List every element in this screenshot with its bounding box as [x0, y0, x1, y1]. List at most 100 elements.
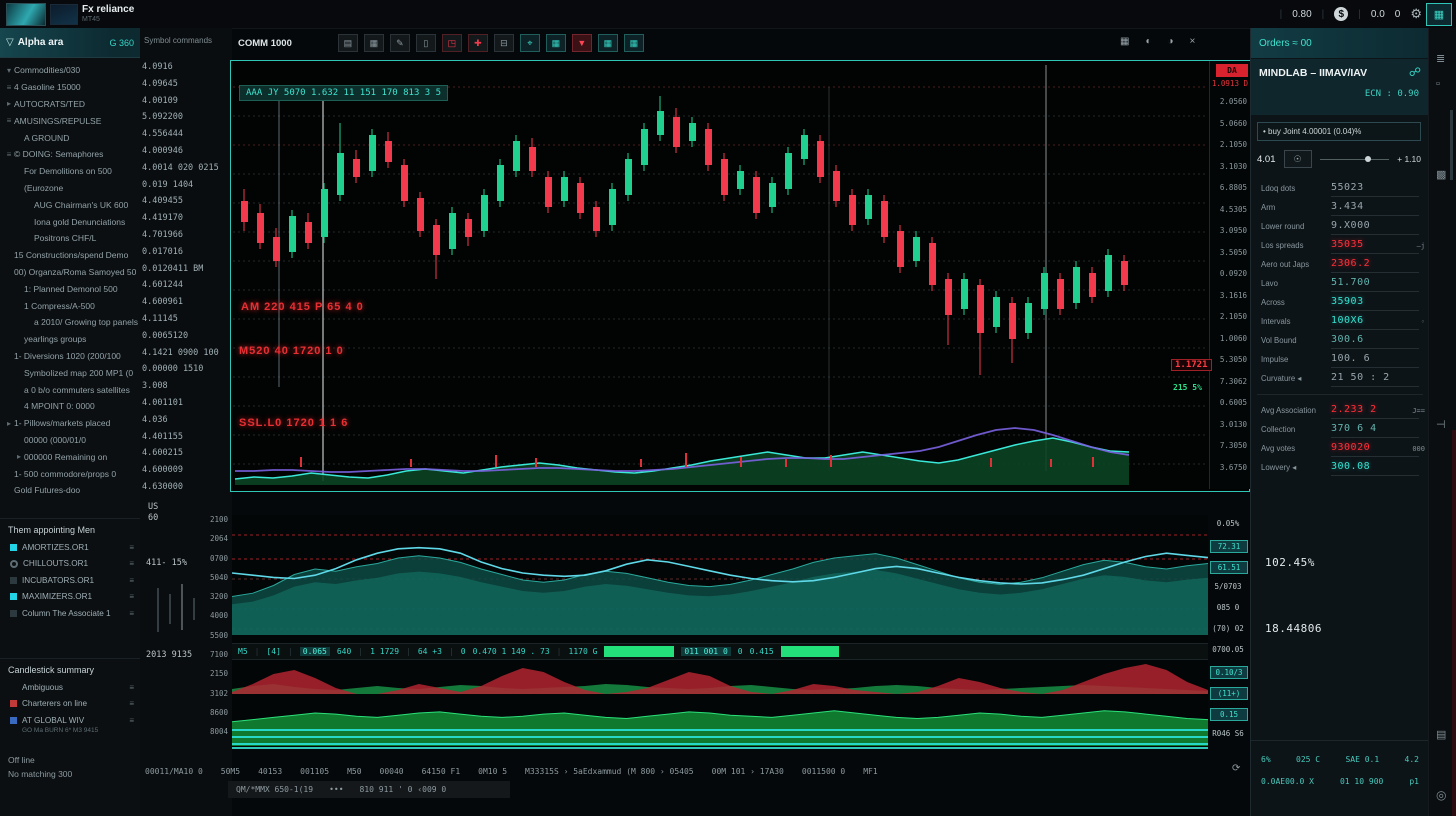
dial-icon[interactable]: ☉ [1284, 150, 1312, 168]
symbol-tree-item[interactable]: 00000 (000/01/0 [0, 432, 140, 449]
refresh-icon[interactable]: ⟳ [1232, 763, 1240, 774]
price-value[interactable]: 4.601244 [142, 280, 230, 297]
price-value[interactable]: 0.0065120 [142, 331, 230, 348]
row-menu-icon[interactable]: ≡ [129, 543, 134, 552]
market-watch-header[interactable]: ▽ Alpha ara G 360 [0, 28, 140, 58]
symbol-tree-item[interactable]: ▸AUTOCRATS/TED [0, 96, 140, 113]
symbol-tree-item[interactable]: a 0 b/o commuters satellites [0, 381, 140, 398]
symbol-tree-item[interactable]: 1: Planned Demonol 500 [0, 280, 140, 297]
indicator-badge[interactable]: (11+) [1210, 687, 1248, 700]
price-list[interactable]: 4.09164.096454.001095.0922004.5564444.00… [142, 62, 230, 499]
status-item[interactable]: 50M5 [221, 767, 240, 776]
candlestick-plot[interactable] [231, 61, 1207, 489]
indicator-badge[interactable]: 0.15 [1210, 708, 1248, 721]
row-menu-icon[interactable]: ≡ [129, 716, 134, 725]
price-value[interactable]: 4.09645 [142, 79, 230, 96]
clock-icon[interactable]: ◎ [1436, 788, 1446, 802]
signals-header[interactable]: Them appointing Men [0, 518, 140, 539]
row-menu-icon[interactable]: ≡ [129, 699, 134, 708]
price-value[interactable]: 0.00000 1510 [142, 364, 230, 381]
logo-icon[interactable] [50, 4, 78, 25]
symbol-tree-item[interactable]: 15 Constructions/spend Demo [0, 247, 140, 264]
price-value[interactable]: 4.001101 [142, 398, 230, 415]
indicator-badge[interactable]: 72.31 [1210, 540, 1248, 553]
list-icon[interactable]: ≣ [1436, 52, 1445, 65]
symbol-tree-item[interactable]: Symbolized map 200 MP1 (0 [0, 364, 140, 381]
volume-slider[interactable] [1320, 159, 1390, 160]
oscillator-chart[interactable] [232, 515, 1208, 643]
price-value[interactable]: 0.019 1404 [142, 180, 230, 197]
indicator-badge[interactable]: 0.10/3 [1210, 666, 1248, 679]
status-item[interactable]: QM/*MMX 650-1(19 [236, 785, 313, 794]
candlestick-chart[interactable]: AAA JY 5070 1.632 11 151 170 813 3 5 AM … [230, 60, 1250, 492]
toolbar-icon-t[interactable]: ▦ [624, 34, 644, 52]
chart-thumbnail-icon[interactable] [6, 3, 46, 26]
symbol-tree-item[interactable]: Gold Futures-doo [0, 482, 140, 499]
symbol-tree-item[interactable]: 1- 500 commodore/props 0 [0, 465, 140, 482]
grid-view-icon[interactable]: ▦ [1120, 36, 1129, 47]
symbol-tree-item[interactable]: ≡4 Gasoline 15000 [0, 79, 140, 96]
panel-icon[interactable]: ▫ [1436, 78, 1440, 90]
order-field-row[interactable]: Across35903 [1251, 294, 1429, 313]
price-value[interactable]: 4.401155 [142, 432, 230, 449]
row-menu-icon[interactable]: ≡ [129, 592, 134, 601]
symbol-tree-item[interactable]: ▸1- Pillows/markets placed [0, 415, 140, 432]
row-menu-icon[interactable]: ≡ [129, 609, 134, 618]
status-item[interactable]: M50 [347, 767, 361, 776]
order-panel-header[interactable]: Orders ≈ 00 [1251, 28, 1429, 58]
price-value[interactable]: 4.600009 [142, 465, 230, 482]
toolbar-icon-t[interactable]: ⌖ [520, 34, 540, 52]
price-value[interactable]: 4.600215 [142, 448, 230, 465]
row-menu-icon[interactable]: ≡ [129, 559, 134, 568]
order-field-row[interactable]: Lower round9.X000 [1251, 218, 1429, 237]
price-value[interactable]: 4.556444 [142, 129, 230, 146]
volume-value[interactable]: 4.01 [1257, 154, 1276, 165]
order-field-row[interactable]: Los spreads35035—j [1251, 237, 1429, 256]
signal-item[interactable]: AMORTIZES.OR1≡ [0, 539, 140, 556]
price-value[interactable]: 4.409455 [142, 196, 230, 213]
symbol-tree-item[interactable]: A GROUND [0, 129, 140, 146]
status-item[interactable]: 810 911 ' 0 ‹009 0 [360, 785, 447, 794]
symbol-tree-item[interactable]: 4 MPOINT 0: 0000 [0, 398, 140, 415]
toolbar-icon-rf[interactable]: ▼ [572, 34, 592, 52]
price-value[interactable]: 3.008 [142, 381, 230, 398]
symbol-tree-item[interactable]: a 2010/ Growing top panels [0, 314, 140, 331]
order-field-row[interactable]: Curvature ◂21 50 : 2 [1251, 370, 1429, 389]
signal-item[interactable]: CHILLOUTS.OR1≡ [0, 556, 140, 573]
layers-icon[interactable]: ▩ [1436, 168, 1446, 181]
status-item[interactable]: 00040 [380, 767, 404, 776]
toolbar-icon-g[interactable]: ✎ [390, 34, 410, 52]
indicator-badge[interactable]: 61.51 [1210, 561, 1248, 574]
symbol-tree-item[interactable]: Positrons CHF/L [0, 230, 140, 247]
minimize-icon[interactable]: ◑ [1168, 36, 1174, 47]
notes-icon[interactable]: ▤ [1436, 728, 1446, 741]
histogram-chart[interactable] [232, 661, 1208, 694]
filter-icon[interactable]: ▽ [6, 37, 14, 48]
row-menu-icon[interactable]: ≡ [129, 683, 134, 692]
gear-icon[interactable]: ⚙ [1410, 6, 1422, 22]
anchor-icon[interactable]: ⊣ [1436, 418, 1446, 431]
status-item[interactable]: 0M10 5 [478, 767, 507, 776]
toolbar-icon-t[interactable]: ▦ [546, 34, 566, 52]
order-field-row[interactable]: Lowvery ◂300.08 [1251, 459, 1429, 478]
symbol-tree-item[interactable]: (Eurozone [0, 180, 140, 197]
signal-item[interactable]: MAXIMIZERS.OR1≡ [0, 589, 140, 606]
toolbar-icon-r[interactable]: ✚ [468, 34, 488, 52]
close-icon[interactable]: × [1190, 36, 1196, 47]
toolbar-icon-t[interactable]: ▦ [598, 34, 618, 52]
order-field-row[interactable]: Arm3.434 [1251, 199, 1429, 218]
status-item[interactable]: 64150 F1 [422, 767, 461, 776]
toolbar-icon-r[interactable]: ◳ [442, 34, 462, 52]
symbol-tree[interactable]: ▾Commodities/030≡4 Gasoline 15000▸AUTOCR… [0, 62, 140, 500]
symbol-tree-item[interactable]: ▾Commodities/030 [0, 62, 140, 79]
symbol-tree-item[interactable]: ≡AMUSINGS/REPULSE [0, 112, 140, 129]
price-value[interactable]: 0.0120411 BM [142, 264, 230, 281]
status-item[interactable]: 40153 [258, 767, 282, 776]
order-field-row[interactable]: Collection370 6 4 [1251, 421, 1429, 440]
toolbar-icon-g[interactable]: ▯ [416, 34, 436, 52]
symbol-tree-item[interactable]: 1- Diversions 1020 (200/100 [0, 348, 140, 365]
price-value[interactable]: 4.11145 [142, 314, 230, 331]
signal-item[interactable]: INCUBATORS.OR1≡ [0, 572, 140, 589]
scrollbar-thumb[interactable] [1450, 110, 1453, 180]
volume-chart[interactable] [232, 694, 1208, 746]
